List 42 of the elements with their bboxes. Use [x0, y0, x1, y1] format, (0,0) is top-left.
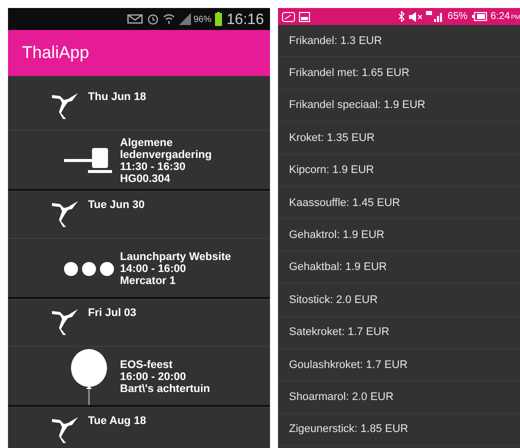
day-heading: Tue Jun 30: [88, 199, 145, 211]
mute-icon: [408, 12, 422, 22]
price-list-item[interactable]: Frikandel met: 1.65 EUR: [278, 57, 520, 90]
signal-icon: [426, 11, 444, 22]
day-heading: Fri Jul 03: [88, 307, 136, 319]
price-list-item[interactable]: Kaassouffle: 1.45 EUR: [278, 186, 520, 220]
clock-time: 6:24: [490, 11, 510, 22]
event-item[interactable]: Algemene ledenvergadering 11:30 - 16:30 HG00.304: [8, 131, 270, 192]
alarm-icon: [147, 13, 160, 25]
image-icon: [299, 12, 310, 22]
day-heading: Tue Aug 18: [88, 415, 146, 427]
price-list-item[interactable]: Frikandel speciaal: 1.9 EUR: [278, 90, 520, 122]
clock-time: 16:16: [226, 10, 264, 28]
price-list-item[interactable]: Frikandel: 1.3 EUR: [278, 25, 520, 58]
event-item[interactable]: EOS-feest 16:00 - 20:00 Bart\'s achtertuin: [8, 347, 270, 408]
event-details: Launchparty Website 14:00 - 16:00 Mercator 1: [120, 251, 232, 287]
price-list-item[interactable]: Sitostick: 2.0 EUR: [278, 284, 520, 317]
price-list-item[interactable]: Shoarmarol: 2.0 EUR: [278, 381, 520, 414]
three-dots-icon: [63, 261, 115, 277]
price-list-item[interactable]: Satekroket: 1.7 EUR: [278, 316, 520, 349]
event-details: Algemene ledenvergadering 11:30 - 16:30 HG00.304: [120, 137, 212, 185]
notification-icon: [127, 13, 144, 25]
price-list-item[interactable]: Kipcorn: 1.9 EUR: [278, 154, 520, 187]
message-icon: [282, 12, 295, 22]
price-list-item[interactable]: Gehaktrol: 1.9 EUR: [278, 219, 520, 252]
gavel-icon: [64, 146, 114, 176]
bluetooth-icon: [398, 11, 405, 22]
battery-icon: [472, 12, 487, 21]
signal-icon: [179, 13, 192, 25]
price-list-item[interactable]: Zigeunerstick: 1.85 EUR: [278, 414, 520, 446]
day-heading: Thu Jun 18: [88, 91, 146, 103]
price-list-item[interactable]: Kroket: 1.35 EUR: [278, 122, 520, 155]
price-list-item[interactable]: Goulashkroket: 1.7 EUR: [278, 348, 520, 382]
price-list-item[interactable]: Gehaktbal: 1.9 EUR: [278, 252, 520, 284]
battery-icon: [215, 12, 222, 26]
event-item[interactable]: Launchparty Website 14:00 - 16:00 Mercator 1: [8, 239, 270, 300]
battery-percent: 65%: [448, 11, 468, 22]
app-title: ThaliApp: [22, 43, 90, 63]
wifi-icon: [163, 13, 176, 25]
battery-percent: 96%: [193, 14, 212, 24]
event-details: EOS-feest 16:00 - 20:00 Bart\'s achtertuin: [120, 359, 210, 395]
balloon-icon: [70, 349, 108, 405]
